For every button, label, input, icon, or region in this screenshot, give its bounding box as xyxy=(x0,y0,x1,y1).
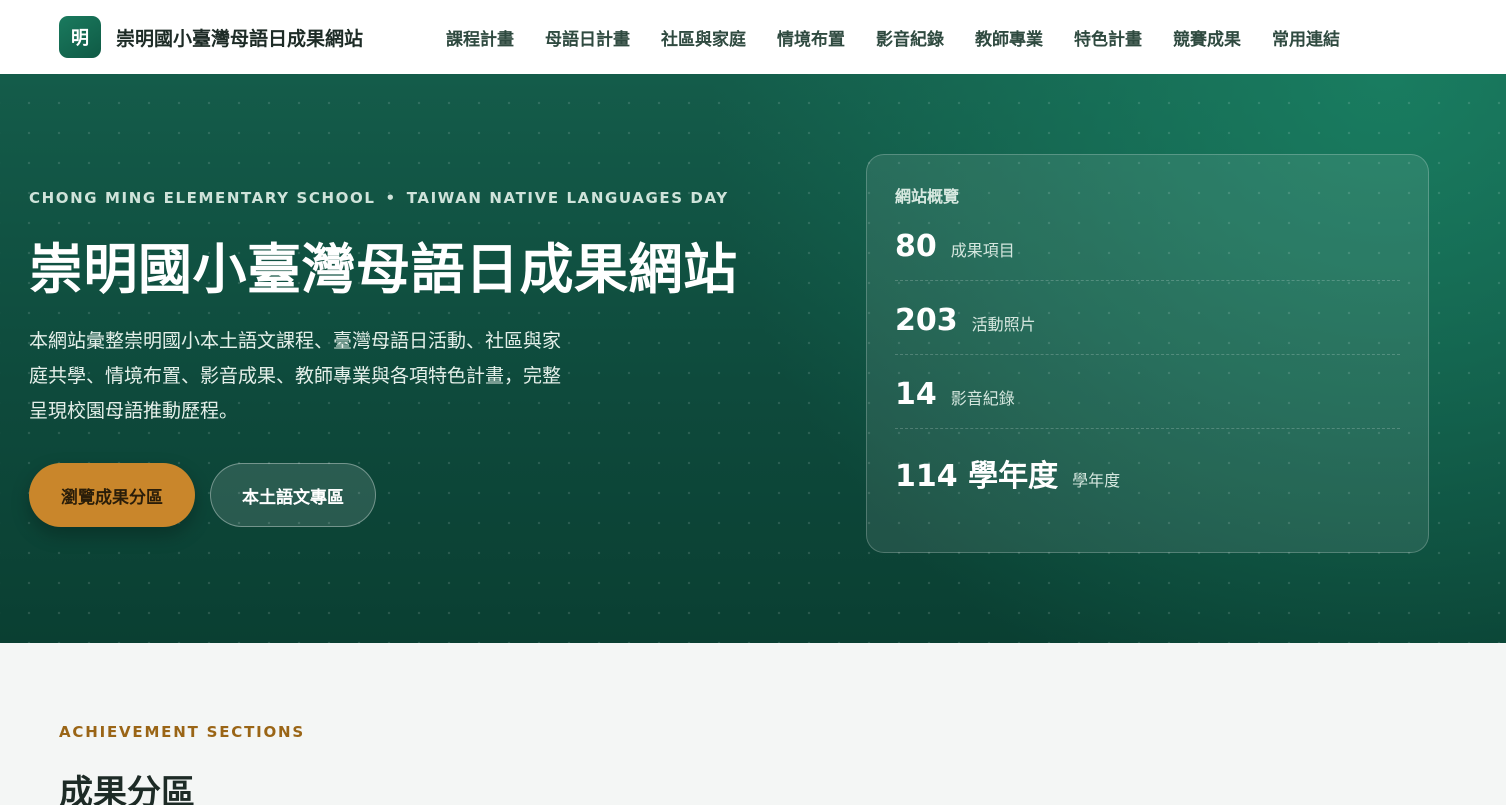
stat-number: 114 學年度 xyxy=(895,459,1059,494)
hero-content: CHONG MING ELEMENTARY SCHOOL • TAIWAN NATI… xyxy=(29,189,829,527)
main-nav: 課程計畫 母語日計畫 社區與家庭 情境布置 影音紀錄 教師專業 特色計畫 競賽成… xyxy=(446,0,1340,74)
overview-title: 網站概覽 xyxy=(895,187,960,206)
hero-title: 崇明國小臺灣母語日成果網站 xyxy=(29,238,738,301)
nav-item-links[interactable]: 常用連結 xyxy=(1272,25,1340,50)
stat-number: 80 xyxy=(895,229,937,264)
stat-label: 活動照片 xyxy=(971,315,1036,334)
nav-item-competitions[interactable]: 競賽成果 xyxy=(1173,25,1241,50)
stat-videos: 14 影音紀錄 xyxy=(895,355,1400,429)
eyebrow-separator: • xyxy=(385,189,397,207)
nav-item-special-projects[interactable]: 特色計畫 xyxy=(1074,25,1142,50)
stat-number: 14 xyxy=(895,377,937,412)
achievement-sections: ACHIEVEMENT SECTIONS 成果分區 xyxy=(0,643,1506,805)
stat-label: 成果項目 xyxy=(950,241,1015,260)
section-eyebrow: ACHIEVEMENT SECTIONS xyxy=(59,723,306,741)
hero-description: 本網站彙整崇明國小本土語文課程、臺灣母語日活動、社區與家庭共學、情境布置、影音成… xyxy=(29,330,562,422)
stat-school-year: 114 學年度 學年度 xyxy=(895,429,1400,503)
native-language-zone-button[interactable]: 本土語文專區 xyxy=(210,463,376,527)
stat-photos: 203 活動照片 xyxy=(895,281,1400,355)
site-name[interactable]: 崇明國小臺灣母語日成果網站 xyxy=(116,24,363,51)
nav-item-media[interactable]: 影音紀錄 xyxy=(876,25,944,50)
hero-section: CHONG MING ELEMENTARY SCHOOL • TAIWAN NATI… xyxy=(0,74,1506,643)
nav-item-community-family[interactable]: 社區與家庭 xyxy=(661,25,746,50)
stat-achievements: 80 成果項目 xyxy=(895,207,1400,281)
stat-label: 影音紀錄 xyxy=(950,389,1015,408)
overview-card: 網站概覽 80 成果項目 203 活動照片 14 影音紀錄 114 學年度 學年… xyxy=(866,154,1429,553)
site-header: 明 崇明國小臺灣母語日成果網站 課程計畫 母語日計畫 社區與家庭 情境布置 影音… xyxy=(0,0,1506,74)
nav-item-native-day-plan[interactable]: 母語日計畫 xyxy=(545,25,630,50)
hero-eyebrow: CHONG MING ELEMENTARY SCHOOL • TAIWAN NATI… xyxy=(29,189,829,207)
stat-label: 學年度 xyxy=(1072,471,1121,490)
nav-item-curriculum[interactable]: 課程計畫 xyxy=(446,25,514,50)
eyebrow-event: TAIWAN NATIVE LANGUAGES DAY xyxy=(406,189,729,207)
stat-number: 203 xyxy=(895,303,958,338)
nav-item-environment[interactable]: 情境布置 xyxy=(777,25,845,50)
site-logo[interactable]: 明 xyxy=(59,16,101,58)
eyebrow-school: CHONG MING ELEMENTARY SCHOOL xyxy=(29,189,376,207)
nav-item-teacher[interactable]: 教師專業 xyxy=(975,25,1043,50)
hero-buttons: 瀏覽成果分區 本土語文專區 xyxy=(29,463,829,527)
browse-sections-button[interactable]: 瀏覽成果分區 xyxy=(29,463,195,527)
section-title: 成果分區 xyxy=(59,773,195,805)
